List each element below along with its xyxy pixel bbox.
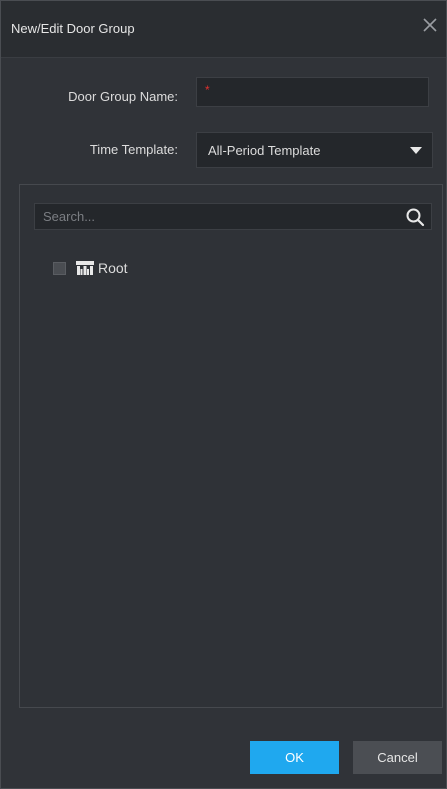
door-group-name-input[interactable]: * [196,77,429,107]
time-template-label: Time Template: [89,142,178,157]
door-tree-panel: Root [19,184,443,708]
cancel-button[interactable]: Cancel [353,741,442,774]
new-edit-door-group-dialog: New/Edit Door Group Door Group Name: * T… [0,0,447,789]
time-template-select[interactable]: All-Period Template [196,132,433,168]
tree-node-checkbox[interactable] [53,261,66,275]
time-template-value: All-Period Template [208,143,321,158]
ok-button[interactable]: OK [250,741,339,774]
tree-node-label: Root [98,260,128,276]
close-icon[interactable] [418,13,442,37]
search-input[interactable] [35,204,403,229]
chevron-down-icon [410,147,422,154]
search-icon[interactable] [405,207,425,227]
tree-search [34,203,432,230]
dialog-title: New/Edit Door Group [11,21,135,36]
dialog-titlebar: New/Edit Door Group [1,1,446,58]
tree-node-root[interactable]: Root [53,258,128,278]
door-group-icon [76,261,94,275]
required-marker: * [205,83,210,97]
door-group-name-label: Door Group Name: [68,89,178,104]
